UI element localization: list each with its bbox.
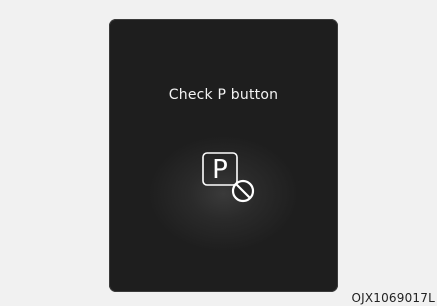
figure-code: OJX1069017L <box>351 291 435 305</box>
cluster-display-panel: Check P button P <box>109 19 338 292</box>
p-button-prohibited-icon: P <box>202 152 255 203</box>
p-letter: P <box>212 155 228 185</box>
warning-message: Check P button <box>168 87 279 103</box>
